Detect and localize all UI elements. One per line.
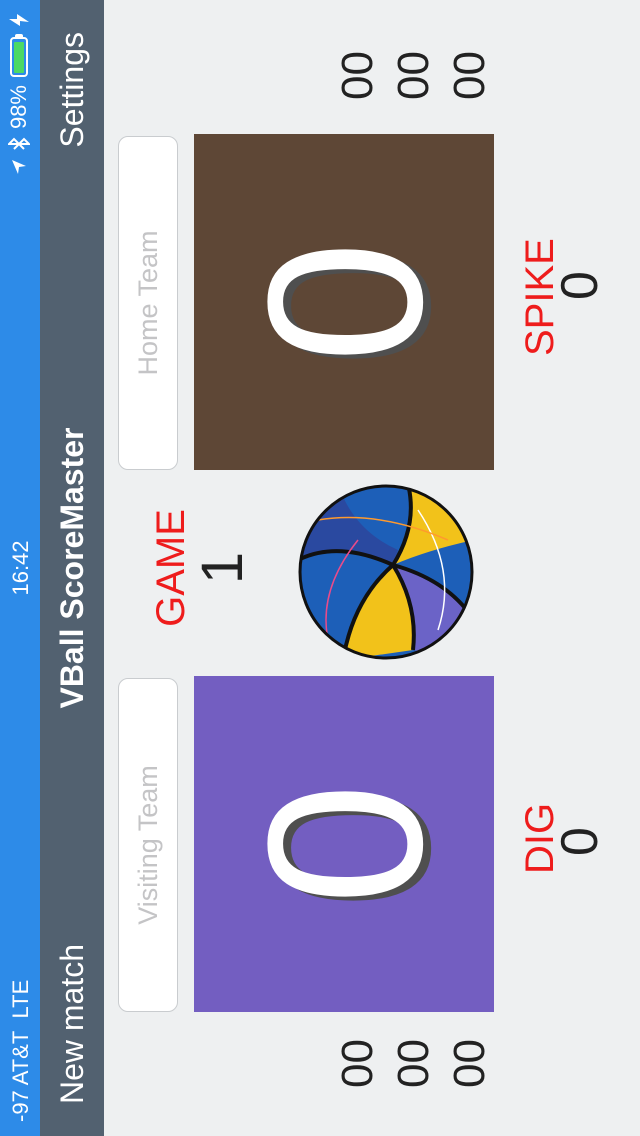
volleyball-icon: [298, 484, 474, 660]
status-bar: -97 AT&T LTE 16:42 98%: [0, 0, 40, 1136]
new-match-button[interactable]: New match: [54, 944, 91, 1104]
location-icon: [12, 160, 26, 175]
visiting-set-2: 00: [389, 1039, 438, 1088]
visiting-score: 0: [222, 782, 468, 906]
visiting-set-scores: 00 00 00: [330, 992, 498, 1088]
game-label: GAME: [149, 509, 193, 627]
home-set-2: 00: [389, 51, 438, 100]
settings-button[interactable]: Settings: [54, 32, 91, 148]
landscape-screen: -97 AT&T LTE 16:42 98% New match VBall S…: [0, 0, 640, 1136]
home-team-input[interactable]: [118, 136, 178, 470]
home-set-scores: 00 00 00: [330, 4, 498, 100]
dig-count[interactable]: 0: [551, 827, 609, 856]
bluetooth-icon: [8, 137, 30, 150]
visiting-score-panel[interactable]: 0: [194, 676, 494, 1012]
visiting-team-input[interactable]: [118, 678, 178, 1012]
home-score-panel[interactable]: 0: [194, 134, 494, 470]
status-right: 98%: [6, 14, 32, 175]
battery-icon: [10, 34, 28, 77]
game-number: 1: [190, 551, 255, 585]
home-set-3: 00: [445, 51, 494, 100]
home-set-1: 00: [333, 51, 382, 100]
charging-bolt-icon: [9, 14, 29, 26]
battery-percent: 98%: [6, 85, 31, 130]
home-score: 0: [222, 240, 468, 364]
visiting-set-1: 00: [333, 1039, 382, 1088]
visiting-set-3: 00: [445, 1039, 494, 1088]
navigation-bar: New match VBall ScoreMaster Settings: [40, 0, 104, 1136]
spike-count[interactable]: 0: [551, 271, 609, 300]
